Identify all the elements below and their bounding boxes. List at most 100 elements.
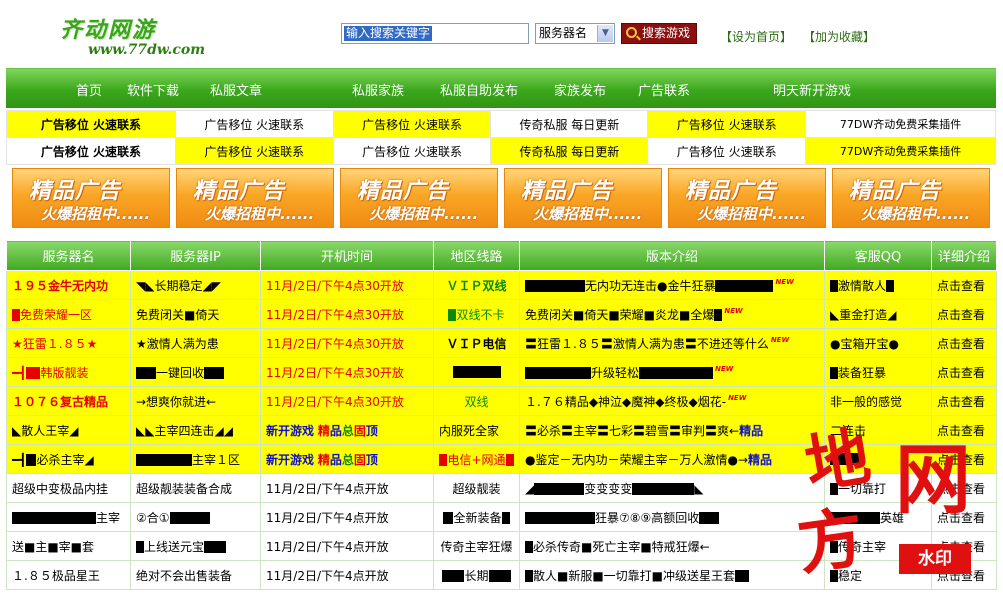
- banner-ad[interactable]: 精品广告 火爆招租中......: [12, 168, 170, 228]
- nav-family[interactable]: 私服家族: [352, 80, 404, 99]
- version-intro-text: 必杀传奇■死亡主宰■特戒狂爆←: [533, 539, 710, 554]
- text-ad-link[interactable]: 77DW齐动免费采集插件: [805, 110, 996, 138]
- table-row[interactable]: ━┫ 韩版靓装 一键回收 11月/2日/下午4点30开放 升级轻松 NEW 装备狂暴…: [6, 357, 997, 387]
- text-ad-link[interactable]: 广告移位 火速联系: [6, 110, 176, 138]
- banner-ad[interactable]: 精品广告 火爆招租中......: [832, 168, 990, 228]
- table-row[interactable]: １９５金牛无内功 ◥◣长期稳定◢◤ 11月/2日/下午4点30开放 ＶＩＰ双线 …: [6, 270, 997, 300]
- table-row[interactable]: 超级中变极品内挂 超级靓装装备合成 11月/2日/下午4点开放 超级靓装 ◢ 变变…: [6, 473, 997, 503]
- server-name[interactable]: 送■主■宰■套: [6, 531, 131, 561]
- server-ip: →想爽你就进←: [130, 386, 261, 416]
- server-name[interactable]: 超级中变极品内挂: [6, 473, 131, 503]
- text-ad-link[interactable]: 广告移位 火速联系: [174, 110, 334, 138]
- table-row[interactable]: 主宰 ②合① 11月/2日/下午4点开放 全新装备 狂暴⑦⑧⑨高额回收 英雄 点…: [6, 502, 997, 532]
- search-game-button[interactable]: 搜索游戏: [621, 23, 697, 44]
- version-intro: 散人■新服■一切靠打■冲级送星王套: [519, 560, 825, 590]
- version-intro-text: 无内功无连击●金牛狂暴: [585, 278, 716, 293]
- support-qq: 装备狂暴: [824, 357, 932, 387]
- open-time: 11月/2日/下午4点30开放: [260, 270, 434, 300]
- text-ad-link[interactable]: 广告移位 火速联系: [647, 110, 807, 138]
- open-time-new-label: 新开游戏: [266, 423, 315, 438]
- version-intro-highlight: 精品: [748, 452, 773, 467]
- server-name[interactable]: 主宰: [6, 502, 131, 532]
- banner-line1: 精品广告: [357, 179, 450, 204]
- table-row[interactable]: 免费荣耀一区 免费闭关■倚天 11月/2日/下午4点30开放 双线不卡 免费闭关…: [6, 299, 997, 329]
- server-name[interactable]: １９５金牛无内功: [6, 270, 131, 300]
- server-name[interactable]: ━┫ 韩版靓装: [6, 357, 131, 387]
- detail-link[interactable]: 点击查看: [931, 328, 997, 358]
- open-time: 11月/2日/下午4点30开放: [260, 357, 434, 387]
- open-time-tag: 精: [317, 452, 330, 467]
- support-qq: [824, 444, 932, 474]
- text-ad-link[interactable]: 77DW齐动免费采集插件: [805, 137, 996, 165]
- server-type-select[interactable]: 服务器名 ▼: [535, 23, 615, 44]
- table-row[interactable]: １０７６复古精品 →想爽你就进← 11月/2日/下午4点30开放 双线 １.７６…: [6, 386, 997, 416]
- version-intro: １.７６精品◆神泣◆魔神◆终极◆烟花- NEW: [519, 386, 825, 416]
- banner-ad[interactable]: 精品广告 火爆招租中......: [504, 168, 662, 228]
- support-qq: ●宝箱开宝●: [824, 328, 932, 358]
- table-header-row: 服务器名 服务器IP 开机时间 地区线路 版本介绍 客服QQ 详细介绍: [6, 240, 997, 271]
- detail-link[interactable]: 点击查看: [931, 444, 997, 474]
- table-row[interactable]: ◣散人王宰◢ ◣◣主宰四连击◢◢ 新开游戏 精品总固顶 内服死全家 〓必杀〓主宰…: [6, 415, 997, 445]
- open-time: 11月/2日/下午4点30开放: [260, 299, 434, 329]
- text-ad-link[interactable]: 广告移位 火速联系: [647, 137, 807, 165]
- banner-line2: 火爆招租中......: [369, 205, 479, 223]
- server-name[interactable]: ━┫ 必杀主宰◢: [6, 444, 131, 474]
- detail-link[interactable]: 点击查看: [931, 386, 997, 416]
- table-row[interactable]: 送■主■宰■套 上线送元宝 11月/2日/下午4点开放 传奇主宰狂爆 必杀传奇■…: [6, 531, 997, 561]
- server-type-select-value: 服务器名: [539, 26, 588, 40]
- add-favorite-link[interactable]: 【加为收藏】: [803, 28, 875, 45]
- nav-articles[interactable]: 私服文章: [210, 80, 262, 99]
- banner-ad[interactable]: 精品广告 火爆招租中......: [176, 168, 334, 228]
- text-ad-link[interactable]: 广告移位 火速联系: [174, 137, 334, 165]
- server-ip-text: ②合①: [136, 510, 170, 525]
- text-ad-link[interactable]: 传奇私服 每日更新: [490, 137, 649, 165]
- server-ip: 一键回收: [130, 357, 261, 387]
- server-name[interactable]: ★狂雷１.８５★: [6, 328, 131, 358]
- open-time-tag: 品: [329, 423, 342, 438]
- server-name[interactable]: ◣散人王宰◢: [6, 415, 131, 445]
- detail-link[interactable]: 点击查看: [931, 502, 997, 532]
- nav-tomorrow-games[interactable]: 明天新开游戏: [773, 80, 851, 99]
- table-row[interactable]: ━┫ 必杀主宰◢ 主宰１区 新开游戏 精品总固顶 电信+网通 ●鉴定－无内功－荣耀…: [6, 444, 997, 474]
- support-qq-text: 一切靠打: [838, 481, 887, 496]
- support-qq-text: 重金打造: [839, 307, 888, 322]
- nav-home[interactable]: 首页: [76, 80, 102, 99]
- text-ad-link[interactable]: 广告移位 火速联系: [332, 110, 492, 138]
- nav-ad-contact[interactable]: 广告联系: [638, 80, 690, 99]
- banner-ad[interactable]: 精品广告 火爆招租中......: [340, 168, 498, 228]
- nav-family-publish[interactable]: 家族发布: [554, 80, 606, 99]
- detail-link[interactable]: 点击查看: [931, 531, 997, 561]
- table-row[interactable]: ★狂雷１.８５★ ★激情人满为患 11月/2日/下午4点30开放 ＶＩＰ电信 〓…: [6, 328, 997, 358]
- logo-title: 齐动网游: [60, 17, 157, 43]
- nav-software[interactable]: 软件下载: [127, 80, 179, 99]
- open-time-tag: 顶: [365, 452, 378, 467]
- banner-line1: 精品广告: [521, 179, 614, 204]
- text-ad-link[interactable]: 广告移位 火速联系: [6, 137, 176, 165]
- server-ip-text: 一键回收: [156, 365, 205, 380]
- detail-link[interactable]: 点击查看: [931, 357, 997, 387]
- text-ad-link[interactable]: 广告移位 火速联系: [332, 137, 492, 165]
- site-logo[interactable]: 齐动网游 www.77dw.com: [58, 10, 205, 60]
- set-homepage-link[interactable]: 【设为首页】: [720, 28, 792, 45]
- server-name[interactable]: １０７６复古精品: [6, 386, 131, 416]
- detail-link[interactable]: 点击查看: [931, 415, 997, 445]
- nav-self-publish[interactable]: 私服自助发布: [440, 80, 518, 99]
- banner-ad[interactable]: 精品广告 火爆招租中......: [668, 168, 826, 228]
- open-time: 新开游戏 精品总固顶: [260, 415, 434, 445]
- server-name[interactable]: １.８５极品星王: [6, 560, 131, 590]
- server-ip-text: 上线送元宝: [144, 539, 205, 554]
- table-row[interactable]: １.８５极品星王 绝对不会出售装备 11月/2日/下午4点开放 长期 散人■新服…: [6, 560, 997, 590]
- region-line: 双线: [433, 386, 520, 416]
- region-line: ＶＩＰ双线: [433, 270, 520, 300]
- version-intro: ◢ 变变变变 ◣: [519, 473, 825, 503]
- detail-link[interactable]: 点击查看: [931, 299, 997, 329]
- detail-link[interactable]: 点击查看: [931, 560, 997, 590]
- detail-link[interactable]: 点击查看: [931, 473, 997, 503]
- text-ad-row: 广告移位 火速联系 广告移位 火速联系 广告移位 火速联系 传奇私服 每日更新 …: [6, 110, 996, 138]
- server-name[interactable]: 免费荣耀一区: [6, 299, 131, 329]
- search-input[interactable]: [341, 23, 529, 44]
- server-ip: 上线送元宝: [130, 531, 261, 561]
- text-ad-link[interactable]: 传奇私服 每日更新: [490, 110, 649, 138]
- detail-link[interactable]: 点击查看: [931, 270, 997, 300]
- open-time: 11月/2日/下午4点30开放: [260, 328, 434, 358]
